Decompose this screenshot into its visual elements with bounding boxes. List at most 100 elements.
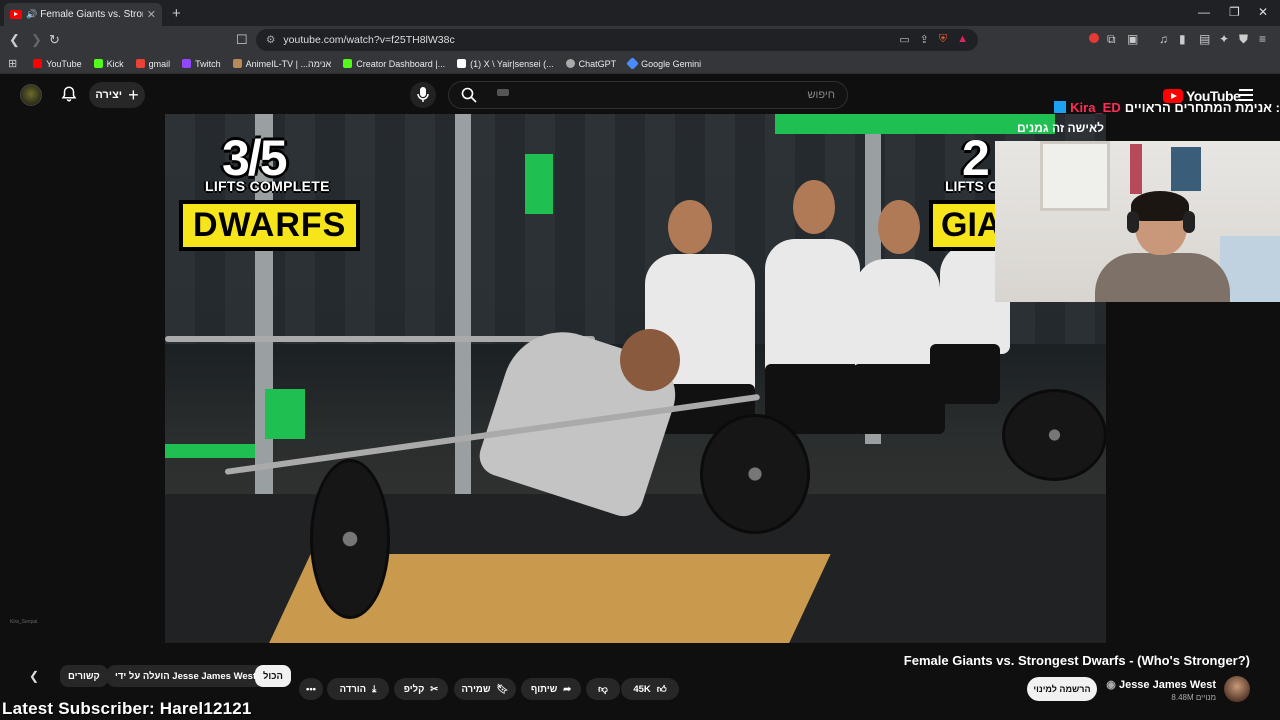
headset-icon [1127,211,1139,233]
video-rack [455,114,471,514]
extension-icon[interactable]: ▣ [1127,32,1138,46]
browser-tab[interactable]: 🔊 Female Giants vs. Strongest D ✕ [4,3,162,26]
share-button[interactable]: שיתוף ➦ [521,678,581,700]
bookmark-kick[interactable]: Kick [93,59,124,69]
subscribe-button[interactable]: הרשמה למינוי [1027,677,1097,701]
video-title: Female Giants vs. Strongest Dwarfs - (Wh… [903,653,1250,668]
tab-title: Female Giants vs. Strongest D [40,9,143,20]
video-person-head [793,180,835,234]
search-icon[interactable] [461,87,477,103]
webcam-poster [1171,147,1201,191]
account-avatar[interactable] [20,84,42,106]
giants-lift-caption: LIFTS C [945,178,998,194]
streamer-webcam [995,141,1280,302]
restore-icon[interactable]: ❐ [1229,5,1240,19]
rewards-icon[interactable]: ▲ [957,33,968,46]
video-green-bench [165,444,255,458]
bookmarks-bar: ⊞ YouTube Kick gmail Twitch AnimeIL-TV |… [0,54,1280,74]
tab-close-icon[interactable]: ✕ [147,8,156,21]
webcam-window [1040,141,1110,211]
address-toolbar: ❮ ❯ ↻ ☐ ⚙ youtube.com/watch?v=f25TH8lW38… [0,26,1280,54]
bookmark-gmail[interactable]: gmail [135,59,170,69]
menu-icon[interactable]: ≡ [1259,32,1266,46]
cast-icon[interactable]: ▭ [899,33,909,46]
video-player[interactable]: 3/5 LIFTS COMPLETE DWARFS 2 LIFTS C GIA [165,114,1106,643]
site-info-icon[interactable]: ⚙ [266,34,275,46]
voice-search-button[interactable] [410,82,436,108]
plus-icon: + [128,84,139,105]
media-icon[interactable]: ♫ [1159,32,1168,46]
bookmark-gemini[interactable]: Google Gemini [626,57,701,70]
browser-tab-bar: 🔊 Female Giants vs. Strongest D ✕ + — ❐ … [0,0,1280,26]
url-field[interactable]: ⚙ youtube.com/watch?v=f25TH8lW38c ▭ ⇪ ⛨ … [256,29,978,51]
webcam-poster [1130,144,1142,194]
search-input[interactable]: חיפוש [448,81,848,109]
video-person-head [668,200,712,254]
video-person-shorts [930,344,1000,404]
bookmark-page-icon[interactable]: ☐ [236,32,248,48]
video-plate [310,459,390,619]
video-plate [700,414,810,534]
chip-uploaded-by[interactable]: הועלה על ידי Jesse James West [107,665,265,687]
streamer-watermark: Kira_Senpai [10,619,38,625]
sidebar-icon[interactable]: ▮ [1179,32,1186,46]
kick-icon [343,59,353,68]
stream-title: אנימת המתחרים הראויים : [1124,99,1280,115]
chip-related[interactable]: קשורים [60,665,108,687]
speaker-icon[interactable]: 🔊 [26,9,37,20]
microphone-icon [417,87,429,102]
keyboard-icon[interactable] [497,89,509,96]
chips-previous-icon[interactable]: ❮ [29,669,39,683]
create-button[interactable]: יצירה + [89,82,145,108]
channel-avatar[interactable] [1224,676,1250,702]
bookmark-animeil[interactable]: AnimeIL-TV | ...אנימה [232,59,331,69]
download-button[interactable]: הורדה ⤓ [327,678,389,700]
minimize-icon[interactable]: — [1198,5,1210,19]
youtube-icon [33,59,43,68]
video-green-pad [525,154,553,214]
vpn-icon[interactable]: ⛊ [1239,32,1248,47]
youtube-favicon-icon [10,10,22,19]
back-icon[interactable]: ❮ [9,32,20,48]
extensions-icon[interactable]: ⧉ [1107,32,1116,47]
brave-shield-icon[interactable]: ⛨ [939,33,947,46]
clip-button[interactable]: קליפ ✂ [394,678,448,700]
dwarfs-label: DWARFS [179,200,361,251]
headset-icon [1183,211,1195,233]
video-lifter-head [620,329,680,391]
save-button[interactable]: שמירה 🔖︎ [454,678,516,700]
notifications-bell-icon[interactable] [60,85,78,103]
share-icon: ➦ [563,683,572,695]
share-page-icon[interactable]: ⇪ [920,33,929,46]
record-extension-icon[interactable] [1089,32,1099,46]
bookmark-chatgpt[interactable]: ChatGPT [565,59,616,69]
bookmark-x[interactable]: (1) X \ Yair|sensei (... [457,59,554,69]
channel-name[interactable]: ◉ Jesse James West [1106,678,1216,691]
twitch-icon [182,59,192,68]
thumbs-down-icon: 👎︎ [598,684,608,695]
new-tab-icon[interactable]: + [172,5,181,22]
leo-ai-icon[interactable]: ✦ [1219,32,1229,46]
stream-overlay-title: Kira_ED אנימת המתחרים הראויים : [1004,98,1280,116]
apps-grid-icon[interactable]: ⊞ [8,57,17,70]
wallet-icon[interactable]: ▤ [1199,32,1210,46]
reload-icon[interactable]: ↻ [49,32,60,48]
twitter-icon [1054,101,1067,113]
chip-all[interactable]: הכול [255,665,291,687]
window-close-icon[interactable]: ✕ [1258,5,1268,19]
gmail-icon [135,59,145,68]
bookmark-twitch[interactable]: Twitch [182,59,221,69]
video-green-pad [265,389,305,439]
forward-icon[interactable]: ❯ [31,32,42,48]
more-actions-button[interactable]: ••• [299,678,323,700]
gemini-icon [626,57,640,70]
thumbs-up-icon: 👍︎ [656,684,667,695]
subscriber-count: 8.48M מנויים [1171,693,1216,702]
download-icon: ⤓ [372,683,377,695]
bookmark-icon: 🔖︎ [496,683,509,695]
bookmark-creator-dashboard[interactable]: Creator Dashboard |... [343,59,445,69]
like-button[interactable]: 45K 👍︎ [621,678,679,700]
bookmark-youtube[interactable]: YouTube [33,59,82,69]
dislike-button[interactable]: 👎︎ [586,678,620,700]
url-text: youtube.com/watch?v=f25TH8lW38c [283,34,455,46]
